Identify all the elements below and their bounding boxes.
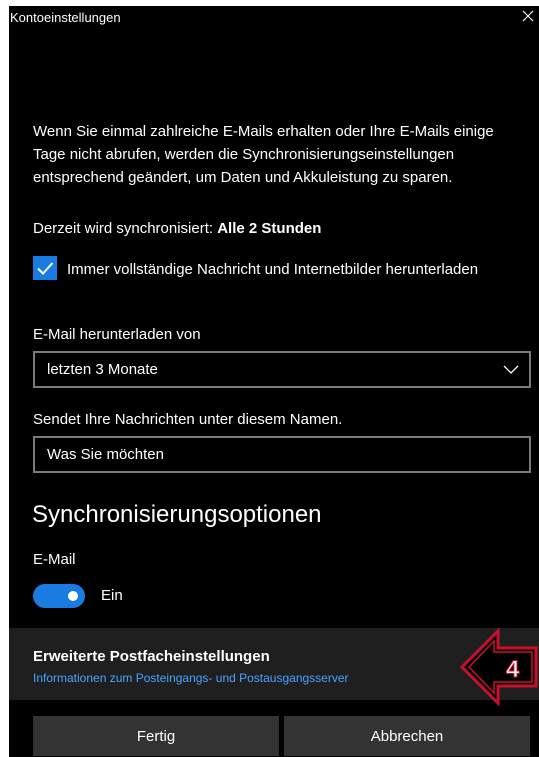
full-download-checkbox[interactable] [33,256,57,280]
sync-status-value: Alle 2 Stunden [217,220,322,237]
email-sync-label: E-Mail [33,551,76,568]
done-button[interactable]: Fertig [33,716,279,756]
checkmark-icon [37,262,54,275]
step-arrow-annotation: 4 [459,627,539,707]
sender-name-value: Was Sie möchten [47,446,164,463]
download-from-label: E-Mail herunterladen von [33,326,201,343]
email-sync-toggle-state: Ein [101,587,123,604]
sender-name-label: Sendet Ihre Nachrichten unter diesem Nam… [33,411,343,428]
account-settings-dialog: Kontoeinstellungen Wenn Sie einmal zahlr… [9,6,539,757]
window-title: Kontoeinstellungen [10,10,121,25]
server-info-link[interactable]: Informationen zum Posteingangs- und Post… [33,671,349,685]
title-bar: Kontoeinstellungen [9,6,539,32]
screenshot-frame: Kontoeinstellungen Wenn Sie einmal zahlr… [0,0,539,757]
email-sync-toggle[interactable] [33,584,85,608]
sync-status-prefix: Derzeit wird synchronisiert: [33,220,218,237]
full-download-label: Immer vollständige Nachricht und Interne… [67,261,479,278]
sender-name-input[interactable]: Was Sie möchten [33,436,531,473]
download-from-value: letzten 3 Monate [47,361,158,378]
download-from-select[interactable]: letzten 3 Monate [33,351,531,388]
sync-description: Wenn Sie einmal zahlreiche E-Mails erhal… [33,123,494,186]
step-number: 4 [506,656,520,683]
close-icon[interactable] [519,7,537,25]
toggle-knob [68,591,78,601]
advanced-settings-title: Erweiterte Postfacheinstellungen [33,648,270,665]
cancel-button[interactable]: Abbrechen [284,716,530,756]
sync-status: Derzeit wird synchronisiert: Alle 2 Stun… [33,220,321,237]
chevron-down-icon [503,365,519,374]
sync-options-heading: Synchronisierungsoptionen [32,501,322,528]
